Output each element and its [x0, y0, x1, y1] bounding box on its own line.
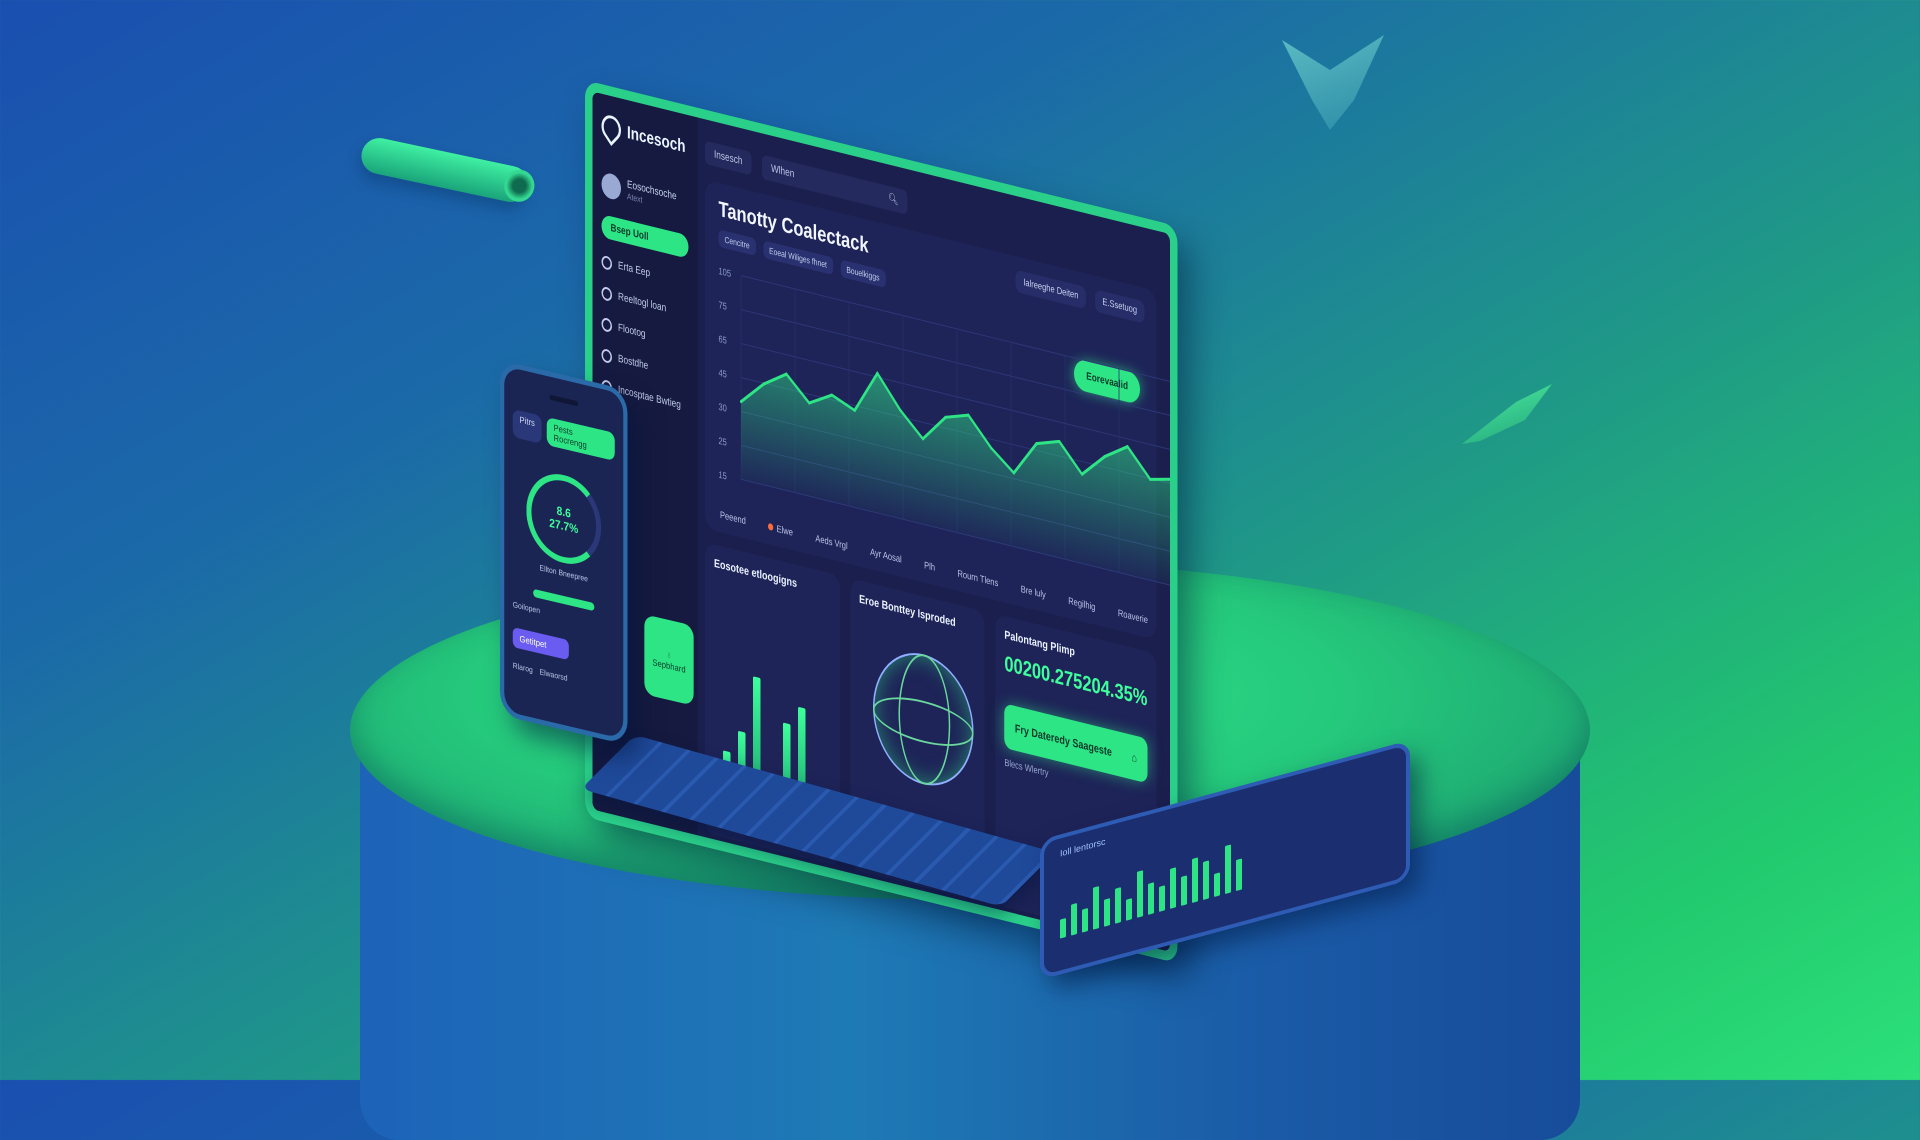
tablet-bar — [1159, 885, 1165, 912]
phone-tabs: Pitrs Pests Rocrengg — [512, 409, 615, 461]
legend-item: Peeend — [720, 510, 746, 528]
floating-bird-icon — [1282, 35, 1384, 130]
tablet-bar — [1214, 872, 1220, 898]
ring-value: 27.7% — [549, 515, 579, 537]
legend-item: Aeds Vrgl — [815, 533, 848, 553]
y-tick-label: 25 — [719, 435, 727, 448]
sidebar-item-label: Reeltogl loan — [618, 290, 667, 315]
tab[interactable]: Bouelkiggs — [840, 259, 886, 288]
tablet-bar — [1115, 886, 1121, 924]
sidebar-item-label: Flootog — [618, 321, 646, 341]
kpi-percent: 4.35% — [1100, 674, 1148, 711]
legend-dot-icon — [768, 522, 774, 532]
legend-item: Roaverie — [1117, 608, 1148, 627]
tablet-bar — [1071, 902, 1077, 936]
data-point — [1171, 477, 1175, 481]
brand-name: Incesoch — [627, 121, 686, 156]
sidebar-item-label: Erta Eep — [618, 259, 651, 280]
y-tick-label: 15 — [719, 469, 727, 482]
phone-tab-active[interactable]: Pests Rocrengg — [546, 417, 615, 461]
y-tick-label: 105 — [719, 265, 732, 279]
phone-sub-label: Goilopen — [512, 600, 540, 616]
floating-cylinder-icon — [358, 134, 532, 206]
globe-icon — [872, 641, 974, 797]
sidebar-item-active[interactable]: Bsep Uoll — [601, 214, 689, 259]
profile[interactable]: Eosochsoche Atext — [601, 171, 689, 218]
y-tick-label: 75 — [719, 299, 727, 312]
tablet-bar — [1082, 908, 1088, 933]
tablet-bar — [1060, 918, 1066, 939]
home-icon: ⌂ — [1131, 750, 1137, 766]
sidebar-item[interactable]: Erta Eep — [601, 254, 689, 290]
phone-side-card[interactable]: 💧︎ Sepbhard — [644, 614, 694, 706]
floating-leaf-icon — [1462, 384, 1552, 444]
avatar — [601, 171, 621, 202]
phone-notch — [549, 394, 579, 407]
tab[interactable]: Cencitre — [718, 229, 756, 256]
tablet-bar — [1137, 870, 1143, 918]
legend-item: Elwe — [768, 522, 793, 539]
phone: Pitrs Pests Rocrengg 8.6 27.7% Ellton Bn… — [500, 360, 628, 745]
progress-ring: 8.6 27.7% — [526, 466, 602, 572]
tablet-bar — [1093, 886, 1099, 930]
search-placeholder: Wlhen — [770, 162, 795, 180]
y-tick-label: 65 — [719, 333, 727, 346]
tablet-bar — [1192, 857, 1198, 903]
phone-foot-item: Elwaorsd — [539, 667, 568, 683]
kpi-button-label: Fry Dateredy Saageste — [1014, 721, 1112, 759]
tablet-bar — [1225, 844, 1231, 895]
tablet-bar — [1170, 867, 1176, 909]
phone-foot-item: Rlarog — [512, 661, 533, 675]
legend-item: Regilhig — [1068, 595, 1096, 614]
card-title: Eosotee etloogigns — [714, 556, 798, 591]
brand[interactable]: Incesoch — [597, 110, 689, 160]
phone-footer: Rlarog Elwaorsd — [513, 661, 615, 694]
tablet-bar — [1104, 897, 1110, 927]
drop-icon: 💧︎ — [667, 649, 671, 660]
legend-item: Plh — [924, 560, 936, 574]
search-icon: 🔍︎ — [887, 192, 899, 207]
sidebar-item[interactable]: Flootog — [601, 316, 689, 352]
topbar-tab[interactable]: Insesch — [705, 140, 752, 176]
legend-item: Ayr Aosal — [870, 547, 902, 566]
sidebar-item-label: Incosptae Bwtieg — [618, 383, 681, 412]
sidebar-item[interactable]: Bostdhe — [601, 347, 689, 383]
legend-item: Bre luly — [1020, 584, 1046, 602]
card-title: Eroe Bonttey Isproded — [859, 591, 956, 630]
menu-item-icon — [601, 254, 612, 271]
sidebar-item[interactable]: Reeltogl loan — [601, 285, 689, 321]
tablet-bar — [1126, 898, 1132, 921]
legend-item: Rourn Tlens — [957, 568, 999, 590]
menu-item-icon — [601, 316, 612, 334]
tablet-bar — [1203, 860, 1209, 900]
y-tick-label: 30 — [719, 401, 727, 414]
y-tick-label: 45 — [719, 367, 727, 380]
phone-button[interactable]: Getitpet — [512, 627, 569, 661]
tablet-bar — [1181, 875, 1187, 906]
logo-icon — [597, 110, 626, 147]
tablet-bar — [1236, 858, 1242, 892]
sidebar-item-label: Bostdhe — [618, 352, 649, 373]
phone-tab[interactable]: Pitrs — [512, 409, 542, 444]
tablet-bar — [1148, 881, 1154, 915]
menu-item-icon — [601, 285, 612, 302]
menu-item-icon — [601, 347, 612, 365]
